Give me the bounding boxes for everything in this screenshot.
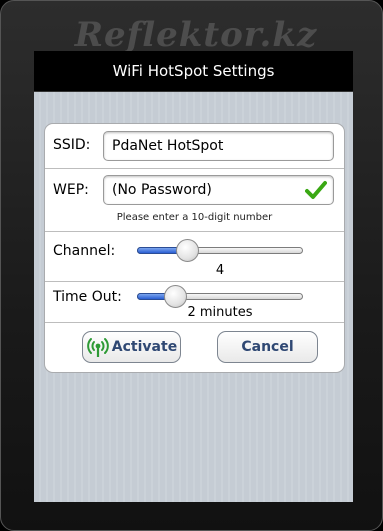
title-bar: WiFi HotSpot Settings — [34, 51, 353, 92]
button-row: Activate Cancel — [45, 323, 344, 372]
device-frame: Reflektor.kz WiFi HotSpot Settings SSID:… — [0, 0, 383, 531]
channel-slider[interactable] — [137, 239, 303, 263]
wifi-signal-icon — [86, 338, 109, 357]
ssid-label: SSID: — [53, 137, 91, 153]
channel-slider-thumb[interactable] — [175, 239, 199, 262]
checkmark-icon — [305, 181, 327, 199]
watermark: Reflektor.kz — [74, 15, 318, 55]
channel-value: 4 — [215, 263, 225, 278]
cancel-button[interactable]: Cancel — [217, 331, 318, 363]
wep-row: WEP: (No Password) Please enter a 10-dig… — [45, 169, 344, 232]
activate-button[interactable]: Activate — [82, 331, 181, 363]
timeout-value: 2 minutes — [187, 305, 253, 320]
activate-label: Activate — [111, 339, 178, 355]
wep-input[interactable]: (No Password) — [103, 175, 334, 205]
settings-group: SSID: PdaNet HotSpot WEP: (No Password) … — [44, 123, 345, 373]
wep-label: WEP: — [53, 182, 89, 198]
settings-panel: SSID: PdaNet HotSpot WEP: (No Password) … — [34, 92, 353, 502]
channel-row: Channel: 4 — [45, 232, 344, 282]
timeout-label: Time Out: — [53, 289, 122, 305]
channel-label: Channel: — [53, 243, 116, 259]
page-title: WiFi HotSpot Settings — [112, 62, 275, 80]
wep-hint: Please enter a 10-digit number — [116, 212, 273, 223]
timeout-row: Time Out: 2 minutes — [45, 282, 344, 323]
ssid-row: SSID: PdaNet HotSpot — [45, 124, 344, 169]
ssid-input[interactable]: PdaNet HotSpot — [103, 131, 334, 161]
cancel-label: Cancel — [241, 339, 294, 355]
wep-value: (No Password) — [112, 182, 212, 198]
